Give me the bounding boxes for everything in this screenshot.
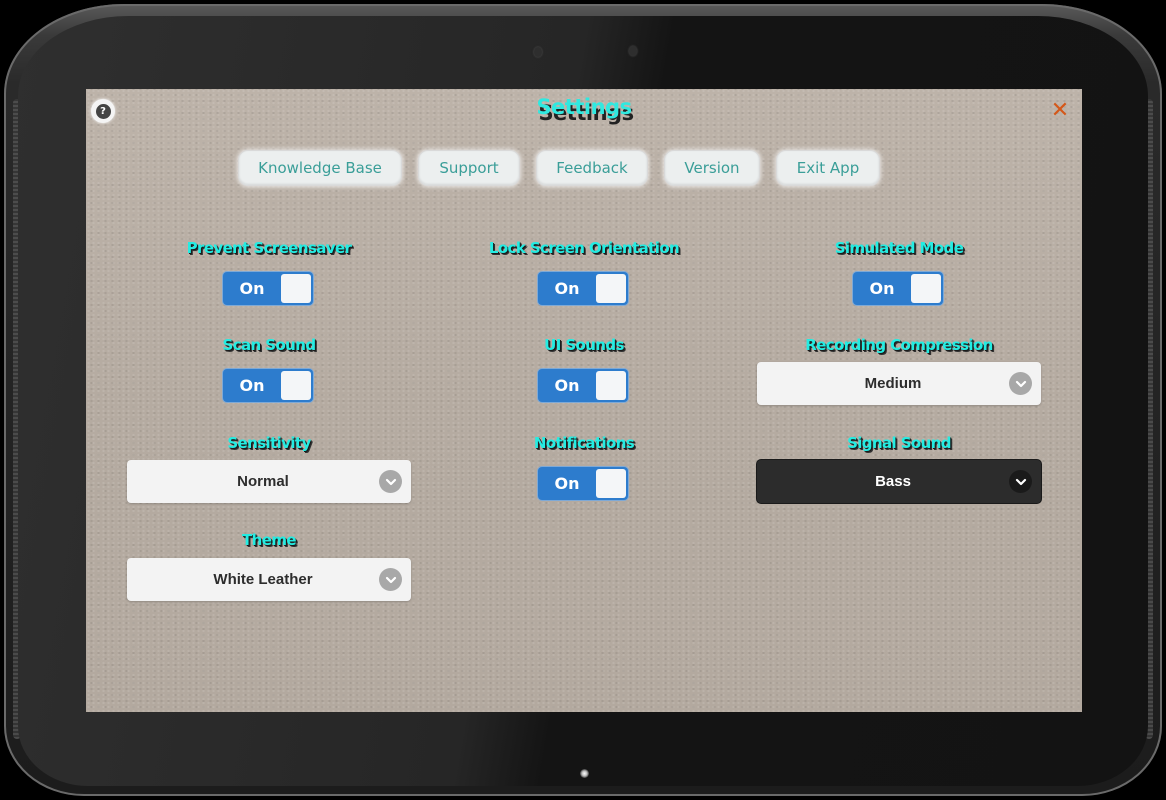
scan-sound-toggle[interactable]: On [223, 369, 313, 402]
toggle-knob [596, 274, 626, 303]
toggle-state-text: On [554, 279, 580, 298]
toggle-knob [911, 274, 941, 303]
front-sensor-icon [534, 47, 542, 57]
notifications-toggle[interactable]: On [538, 467, 628, 500]
toggle-state-text: On [554, 376, 580, 395]
prevent-screensaver-toggle[interactable]: On [223, 272, 313, 305]
recording-compression-label: Recording Compression [805, 336, 993, 354]
toggle-knob [281, 274, 311, 303]
front-camera-icon [629, 46, 637, 56]
scan-sound-label: Scan Sound [222, 336, 317, 354]
close-button[interactable]: ✕ [1048, 99, 1072, 123]
chevron-down-icon [379, 470, 402, 493]
select-value: White Leather [213, 571, 313, 588]
toggle-state-text: On [239, 376, 265, 395]
home-indicator-light [580, 769, 589, 778]
select-value: Normal [237, 473, 289, 490]
page-title: Settings [536, 95, 632, 119]
signal-sound-label: Signal Sound [847, 434, 951, 452]
top-nav: Knowledge Base Support Feedback Version … [86, 150, 1082, 190]
toggle-knob [596, 371, 626, 400]
ui-sounds-toggle[interactable]: On [538, 369, 628, 402]
sensitivity-select[interactable]: Normal [127, 460, 411, 503]
lock-screen-orientation-toggle[interactable]: On [538, 272, 628, 305]
chevron-down-icon [379, 568, 402, 591]
select-value: Bass [875, 473, 911, 490]
select-value: Medium [864, 375, 922, 392]
toggle-state-text: On [869, 279, 895, 298]
prevent-screensaver-label: Prevent Screensaver [186, 239, 352, 257]
settings-screen: ? Settings ✕ Knowledge Base Support Feed… [86, 89, 1082, 712]
close-icon: ✕ [1050, 98, 1070, 123]
signal-sound-select[interactable]: Bass [757, 460, 1041, 503]
simulated-mode-label: Simulated Mode [834, 239, 964, 257]
chevron-down-icon [1009, 470, 1032, 493]
support-button[interactable]: Support [418, 150, 520, 186]
recording-compression-select[interactable]: Medium [757, 362, 1041, 405]
sensitivity-label: Sensitivity [227, 434, 311, 452]
simulated-mode-toggle[interactable]: On [853, 272, 943, 305]
exit-app-button[interactable]: Exit App [776, 150, 880, 186]
lock-screen-orientation-label: Lock Screen Orientation [488, 239, 680, 257]
ui-sounds-label: UI Sounds [544, 336, 624, 354]
notifications-label: Notifications [533, 434, 635, 452]
knowledge-base-button[interactable]: Knowledge Base [238, 150, 402, 186]
toggle-state-text: On [554, 474, 580, 493]
theme-label: Theme [242, 531, 296, 549]
version-button[interactable]: Version [664, 150, 760, 186]
feedback-button[interactable]: Feedback [536, 150, 648, 186]
chevron-down-icon [1009, 372, 1032, 395]
toggle-knob [281, 371, 311, 400]
toggle-state-text: On [239, 279, 265, 298]
toggle-knob [596, 469, 626, 498]
theme-select[interactable]: White Leather [127, 558, 411, 601]
